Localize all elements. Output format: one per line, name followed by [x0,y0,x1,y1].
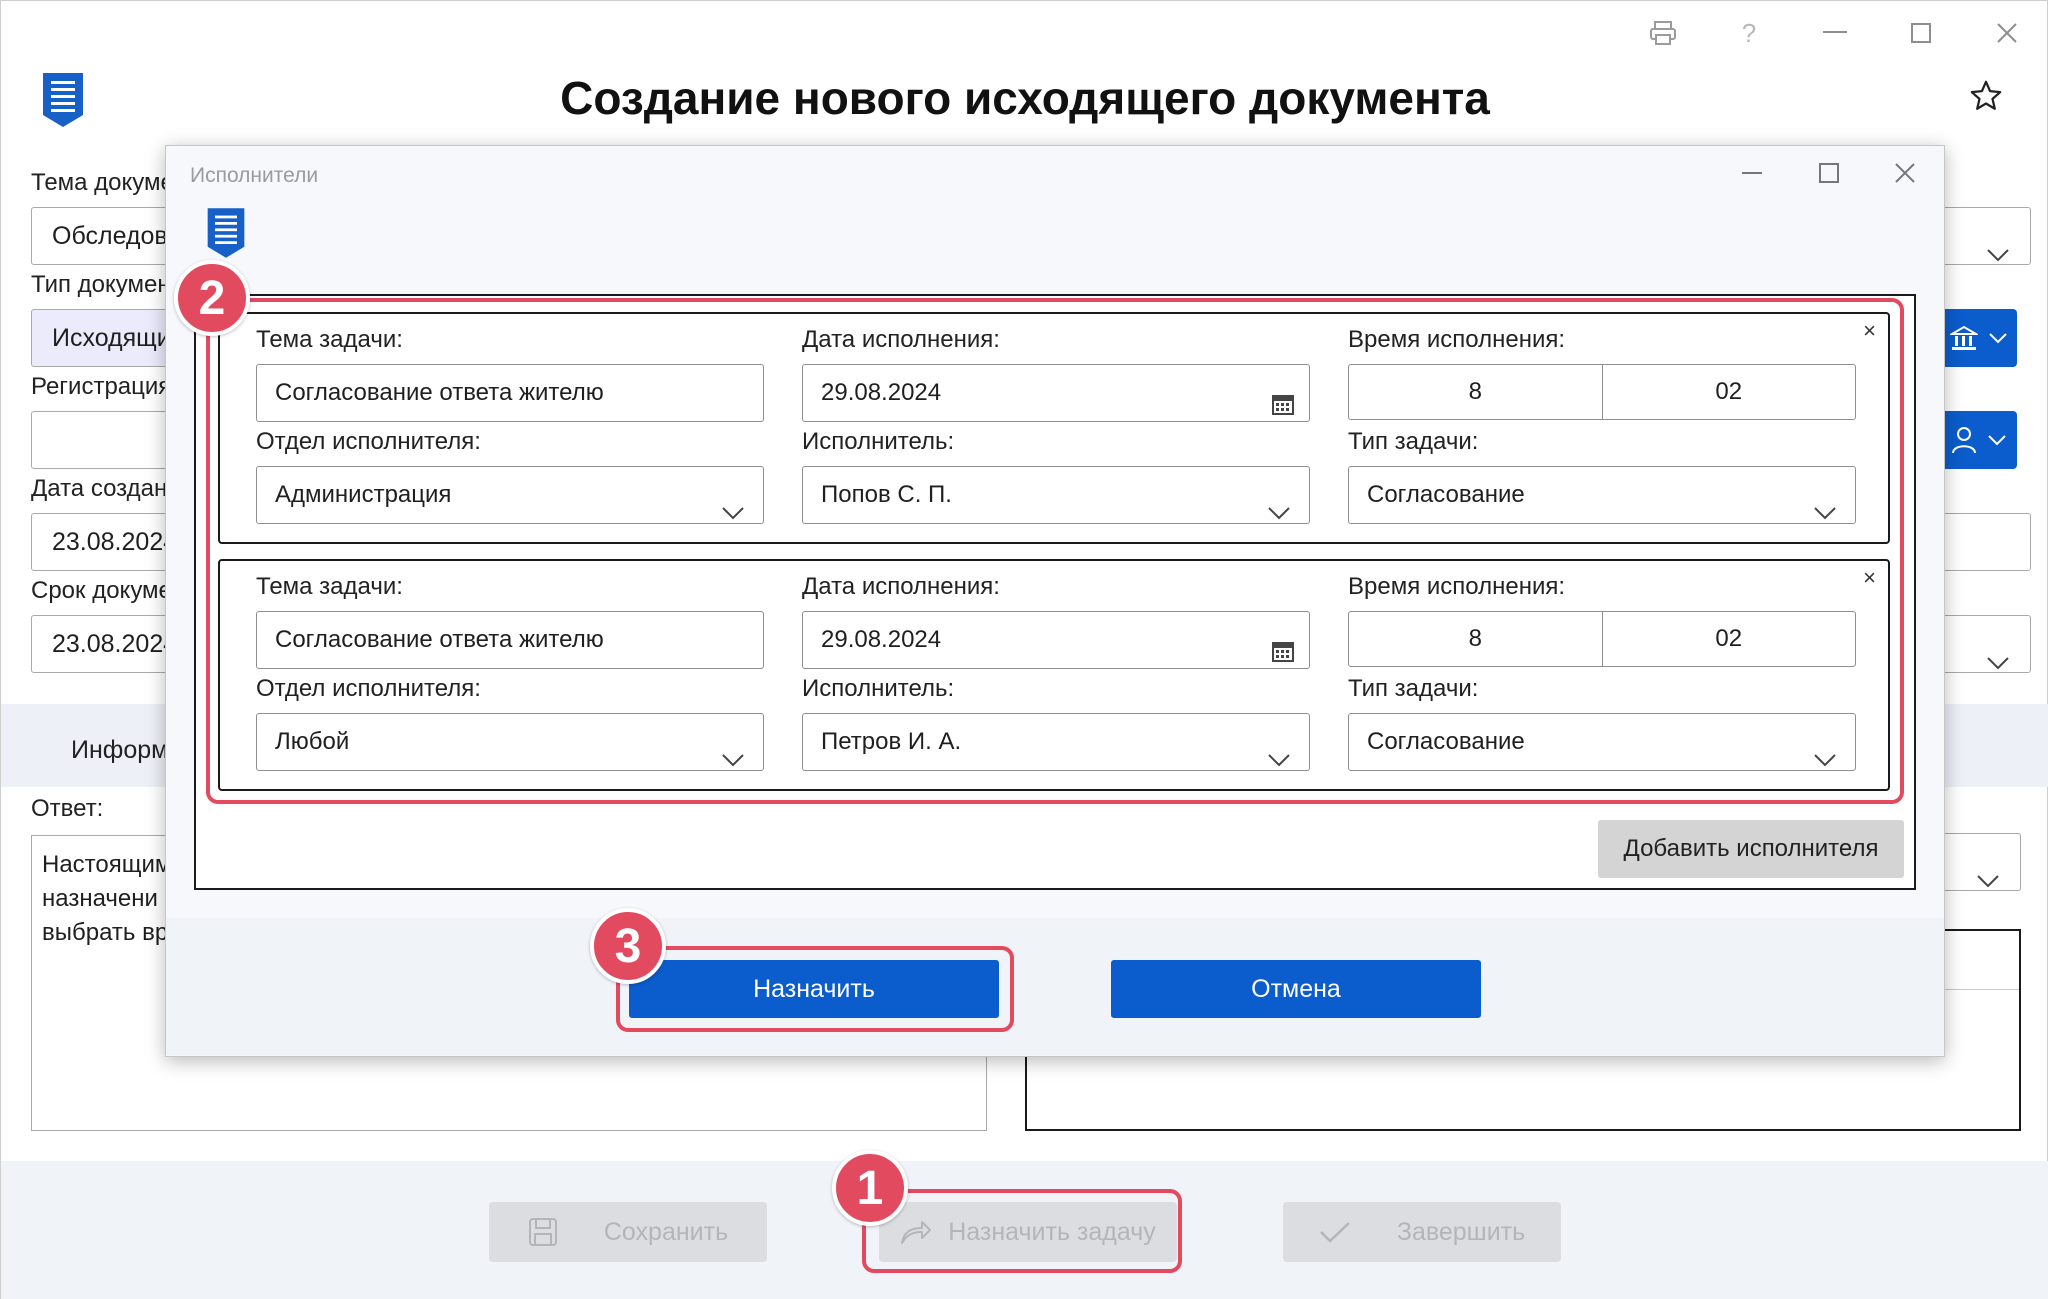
step-badge: 2 [174,260,250,336]
print-icon[interactable] [1637,15,1689,51]
close-icon[interactable] [1981,15,2033,51]
registration-label: Регистрация [31,373,172,400]
close-icon[interactable] [1894,162,1916,191]
cancel-button[interactable]: Отмена [1111,960,1481,1018]
user-picker-button[interactable] [1941,411,2017,469]
help-icon[interactable]: ? [1723,15,1775,51]
highlight-task-cards [206,298,1904,804]
step-badge: 3 [590,908,666,984]
favorite-star-icon[interactable] [1969,79,2003,118]
page-title: Создание нового исходящего документа [560,72,1490,124]
minimize-icon[interactable] [1742,162,1764,191]
dialog-title: Исполнители [190,164,319,187]
checkmark-icon [1319,1222,1350,1243]
chevron-down-icon [1986,634,2010,672]
save-icon [528,1218,557,1246]
save-button[interactable]: Сохранить [489,1202,767,1262]
user-icon [1952,427,1976,454]
chevron-down-icon [1988,435,2006,446]
dialog-footer [166,918,1944,1055]
dialog-window-controls [1742,162,1916,191]
minimize-icon[interactable] [1809,15,1861,51]
chevron-down-icon [1986,226,2010,264]
window-controls: ? [1637,15,2033,51]
chevron-down-icon [1989,333,2007,344]
maximize-icon[interactable] [1818,162,1840,191]
bank-icon [1950,325,1978,350]
answer-label: Ответ: [31,795,104,822]
add-executor-button[interactable]: Добавить исполнителя [1598,820,1904,878]
highlight-assign-task [862,1189,1182,1273]
finish-button[interactable]: Завершить [1283,1202,1561,1262]
step-badge: 1 [832,1150,908,1226]
document-logo-icon [204,206,248,265]
highlight-assign-button [616,946,1014,1032]
organization-picker-button[interactable] [1941,309,2017,367]
maximize-icon[interactable] [1895,15,1947,51]
chevron-down-icon [1976,852,2000,890]
